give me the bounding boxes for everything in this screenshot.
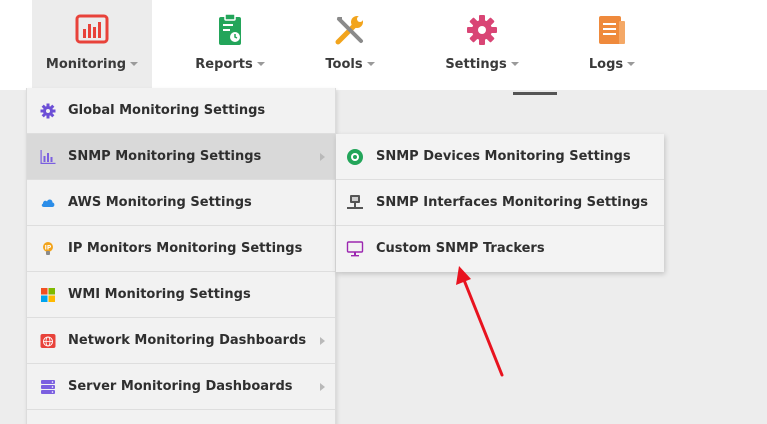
nav-label-reports: Reports: [170, 57, 290, 72]
chevron-down-icon: [627, 62, 636, 66]
network-interface-icon: [347, 195, 363, 209]
submenu-label: Custom SNMP Trackers: [376, 241, 545, 256]
chevron-right-icon: [320, 337, 325, 345]
nav-item-logs[interactable]: Logs: [552, 0, 672, 90]
submenu-item-snmp-interfaces-monitoring-settings[interactable]: SNMP Interfaces Monitoring Settings: [336, 180, 664, 226]
clipboard-icon: [219, 13, 241, 45]
menu-item-wmi-monitoring-settings[interactable]: WMI Monitoring Settings: [27, 272, 335, 318]
bar-chart-icon: [40, 150, 56, 164]
nav-item-monitoring[interactable]: Monitoring: [32, 0, 152, 90]
nav-item-reports[interactable]: Reports: [170, 0, 290, 90]
globe-icon: [40, 334, 56, 348]
submenu-label: SNMP Interfaces Monitoring Settings: [376, 195, 649, 210]
menu-label: SNMP Monitoring Settings: [68, 149, 262, 164]
menu-label: Global Monitoring Settings: [68, 103, 266, 118]
chevron-down-icon: [366, 62, 375, 66]
nav-item-settings[interactable]: Settings: [422, 0, 542, 90]
menu-item-aws-monitoring-settings[interactable]: AWS Monitoring Settings: [27, 180, 335, 226]
menu-item-server-monitoring-dashboards[interactable]: Server Monitoring Dashboards: [27, 364, 335, 410]
menu-item-global-monitoring-settings[interactable]: Global Monitoring Settings: [27, 88, 335, 134]
gear-icon: [40, 103, 56, 119]
menu-label: AWS Monitoring Settings: [68, 195, 252, 210]
snmp-submenu: SNMP Devices Monitoring Settings SNMP In…: [336, 134, 664, 272]
chevron-right-icon: [320, 383, 325, 391]
submenu-label: SNMP Devices Monitoring Settings: [376, 149, 631, 164]
menu-item-network-monitoring-dashboards[interactable]: Network Monitoring Dashboards: [27, 318, 335, 364]
arrow-shaft: [460, 273, 504, 377]
nav-label-tools: Tools: [290, 57, 410, 72]
tools-icon: [335, 16, 363, 45]
lightbulb-icon: IP: [43, 242, 53, 255]
chevron-down-icon: [130, 62, 139, 66]
svg-text:IP: IP: [45, 245, 52, 252]
cloud-icon: [41, 199, 55, 207]
bar-chart-icon: [75, 14, 109, 44]
annotation-arrow: [456, 266, 504, 377]
document-icon: [599, 16, 625, 44]
menu-item-snmp-monitoring-settings[interactable]: SNMP Monitoring Settings: [27, 134, 335, 180]
chevron-right-icon: [320, 153, 325, 161]
menu-label: IP Monitors Monitoring Settings: [68, 241, 303, 256]
nav-item-tools[interactable]: Tools: [290, 0, 410, 90]
top-navigation-bar: Monitoring Reports Tools Settings Logs: [0, 0, 767, 90]
chevron-down-icon: [510, 62, 519, 66]
windows-icon: [41, 288, 55, 302]
server-icon: [41, 380, 55, 394]
chevron-down-icon: [256, 62, 265, 66]
menu-item-ip-monitors-monitoring-settings[interactable]: IP IP Monitors Monitoring Settings: [27, 226, 335, 272]
active-tab-underline: [513, 92, 557, 95]
nav-label-monitoring: Monitoring: [32, 57, 152, 72]
monitoring-dropdown-menu: Global Monitoring Settings SNMP Monitori…: [26, 88, 336, 424]
menu-label: WMI Monitoring Settings: [68, 287, 251, 302]
monitor-icon: [346, 241, 364, 257]
menu-label: Server Monitoring Dashboards: [68, 379, 293, 394]
nav-label-settings: Settings: [422, 57, 542, 72]
submenu-item-snmp-devices-monitoring-settings[interactable]: SNMP Devices Monitoring Settings: [336, 134, 664, 180]
nav-label-logs: Logs: [552, 57, 672, 72]
device-icon: [347, 149, 363, 165]
gear-icon: [467, 15, 497, 45]
menu-label: Network Monitoring Dashboards: [68, 333, 307, 348]
